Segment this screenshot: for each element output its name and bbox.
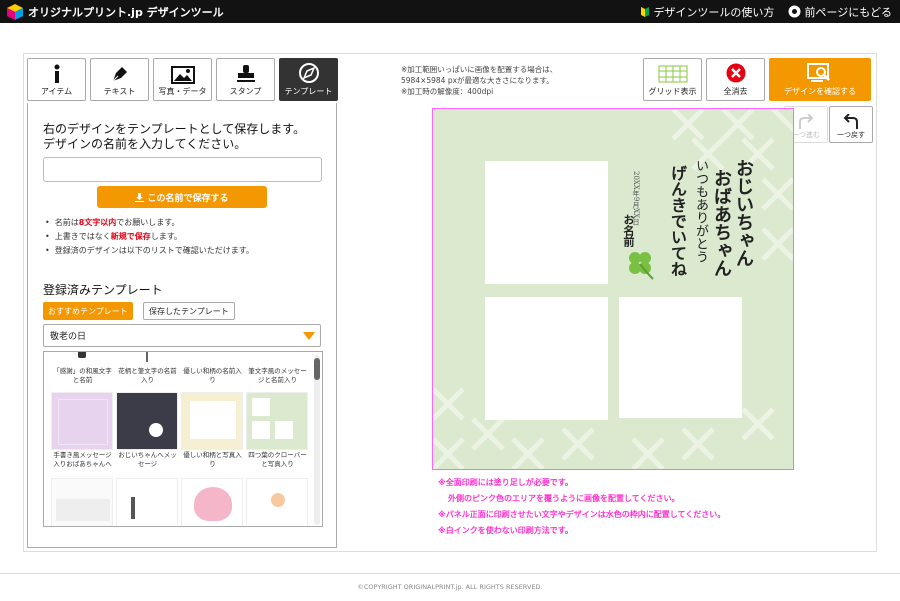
preview-search-icon bbox=[807, 63, 830, 82]
size-info: ※加工範囲いっぱいに画像を配置する場合は、 5984×5984 pxが最適な大き… bbox=[401, 65, 558, 96]
clover-icon bbox=[629, 252, 654, 280]
dropdown-caret-icon bbox=[303, 332, 315, 340]
save-notes: 名前は8文字以内でお願いします。 上書きではなく新規で保存します。 登録済のデザ… bbox=[45, 216, 254, 258]
redo-arrow-icon bbox=[799, 114, 814, 129]
template-thumbnail-list[interactable]: 「感謝」の和風文字と名前 花柄と筆文字の名前入り 優しい和柄の名前入り 筆文字風… bbox=[43, 351, 323, 527]
note-item: 上書きではなく新規で保存します。 bbox=[45, 230, 254, 244]
clear-x-icon bbox=[726, 63, 745, 83]
beginner-leaf-icon bbox=[641, 6, 650, 17]
thumbnail-scrollbar-thumb[interactable] bbox=[314, 358, 320, 380]
template-thumbnail[interactable]: 筆文字風のメッセージと名前入り bbox=[246, 352, 309, 386]
grid-icon bbox=[658, 65, 687, 83]
logo-cube-icon bbox=[7, 3, 23, 20]
tab-photo-data[interactable]: 写真・データ bbox=[153, 58, 212, 101]
template-thumbnail[interactable] bbox=[51, 478, 114, 526]
template-icon bbox=[298, 63, 319, 83]
tab-item[interactable]: アイテム bbox=[27, 58, 86, 101]
stamp-icon bbox=[236, 65, 255, 82]
tool-tabs: アイテム テキスト 写真・データ スタンプ テンプレート bbox=[27, 58, 338, 102]
note-item: 名前は8文字以内でお願いします。 bbox=[45, 216, 254, 230]
back-circle-icon bbox=[788, 5, 801, 18]
template-thumbnail[interactable]: 花柄と筆文字の名前入り bbox=[116, 352, 179, 386]
tab-stamp[interactable]: スタンプ bbox=[216, 58, 275, 101]
message-col: げんきでいてね bbox=[668, 165, 687, 277]
logo[interactable]: オリジナルプリント.jp デザインツール bbox=[6, 2, 224, 21]
image-icon bbox=[170, 66, 195, 84]
recommended-templates-tab[interactable]: おすすめテンプレート bbox=[43, 302, 133, 320]
template-thumbnail[interactable]: 手書き風メッセージ入りおばあちゃんへ bbox=[51, 392, 114, 470]
top-bar: オリジナルプリント.jp デザインツール デザインツールの使い方 前ページにもど… bbox=[0, 0, 900, 23]
confirm-design-button[interactable]: デザインを確認する bbox=[769, 58, 871, 101]
how-to-link[interactable]: デザインツールの使い方 bbox=[640, 4, 774, 20]
tab-text[interactable]: テキスト bbox=[90, 58, 149, 101]
category-select[interactable]: 敬老の日 bbox=[43, 324, 321, 347]
template-name-input[interactable] bbox=[43, 157, 322, 182]
back-link[interactable]: 前ページにもどる bbox=[788, 4, 892, 20]
template-thumbnail[interactable]: おじいちゃんへメッセージ bbox=[116, 392, 179, 470]
template-thumbnail[interactable]: 優しい和柄と写真入り bbox=[181, 392, 244, 470]
template-thumbnail[interactable]: 「感謝」の和風文字と名前 bbox=[51, 352, 114, 386]
template-thumbnail[interactable] bbox=[181, 478, 244, 526]
pen-icon bbox=[112, 67, 127, 82]
message-col: おじいちゃん bbox=[733, 159, 754, 267]
message-col: おばあちゃん bbox=[711, 169, 732, 277]
footer-copyright: ©COPYRIGHT ORIGINALPRINT.jp. ALL RIGHTS … bbox=[0, 573, 900, 601]
tab-template[interactable]: テンプレート bbox=[279, 58, 338, 101]
undo-button[interactable]: 一つ戻す bbox=[829, 106, 873, 143]
template-thumbnail[interactable]: 優しい和柄の名前入り bbox=[181, 352, 244, 386]
design-canvas[interactable]: おじいちゃん おばあちゃん いつもありがとう げんきでいてね 20XX年9月XX… bbox=[432, 108, 794, 470]
photo-frame[interactable] bbox=[485, 297, 608, 420]
save-instructions: 右のデザインをテンプレートとして保存します。 デザインの名前を入力してください。 bbox=[43, 122, 306, 151]
registered-templates-title: 登録済みテンプレート bbox=[43, 283, 163, 297]
template-thumbnail[interactable] bbox=[116, 478, 179, 526]
name-text: お名前 bbox=[622, 214, 635, 247]
saved-templates-tab[interactable]: 保存したテンプレート bbox=[143, 302, 235, 320]
download-icon bbox=[135, 192, 145, 202]
template-thumbnail[interactable] bbox=[246, 478, 309, 526]
logo-text: オリジナルプリント.jp デザインツール bbox=[28, 5, 224, 19]
thumbnail-scrollbar-track[interactable] bbox=[314, 355, 320, 525]
note-item: 登録済のデザインは以下のリストで確認いただけます。 bbox=[45, 244, 254, 258]
photo-frame[interactable] bbox=[485, 161, 608, 284]
grid-toggle-button[interactable]: グリッド表示 bbox=[643, 58, 702, 101]
save-template-button[interactable]: この名前で保存する bbox=[97, 186, 267, 208]
info-icon bbox=[54, 64, 59, 83]
undo-arrow-icon bbox=[843, 114, 858, 129]
photo-frame[interactable] bbox=[619, 297, 742, 418]
template-thumbnail[interactable]: 四つ葉のクローバーと写真入り bbox=[246, 392, 309, 470]
message-col: いつもありがとう bbox=[693, 159, 708, 263]
clear-all-button[interactable]: 全消去 bbox=[706, 58, 765, 101]
print-warnings: ※全面印刷には塗り足しが必要です。 外側のピンク色のエリアを覆うように画像を配置… bbox=[438, 478, 726, 535]
